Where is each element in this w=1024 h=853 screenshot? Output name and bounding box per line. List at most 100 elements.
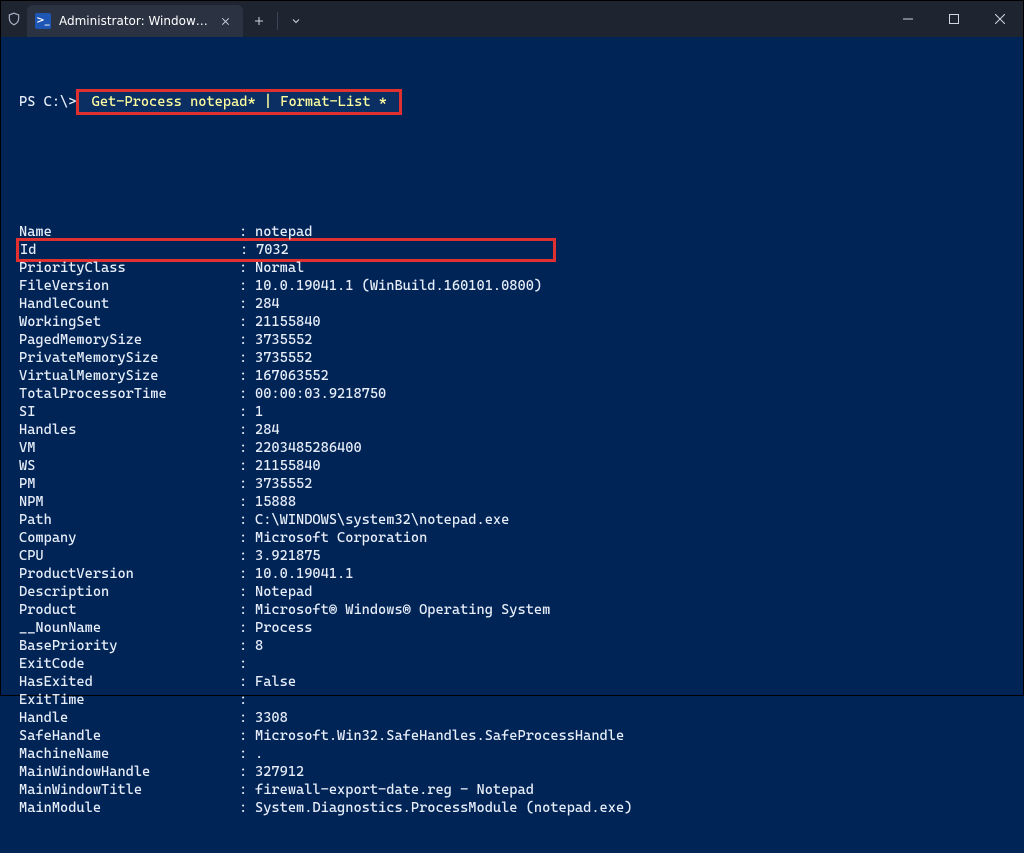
row-value: 7032 (256, 241, 289, 259)
row-key: TotalProcessorTime (19, 385, 239, 403)
tab-title: Administrator: Windows Powe (59, 12, 209, 30)
output-row: NPM: 15888 (19, 493, 1005, 511)
row-colon: : (239, 295, 255, 313)
row-value: . (255, 745, 263, 763)
row-key: MainWindowTitle (19, 781, 239, 799)
row-key: MachineName (19, 745, 239, 763)
row-key: PagedMemorySize (19, 331, 239, 349)
row-colon: : (239, 385, 255, 403)
output-row: HandleCount: 284 (19, 295, 1005, 313)
row-value: 3735552 (255, 331, 312, 349)
close-button[interactable] (977, 1, 1023, 37)
tab-controls (243, 1, 312, 37)
row-value: 15888 (255, 493, 296, 511)
row-key: BasePriority (19, 637, 239, 655)
row-key: Handles (19, 421, 239, 439)
row-value: C:\WINDOWS\system32\notepad.exe (255, 511, 509, 529)
row-key: WorkingSet (19, 313, 239, 331)
window-controls (885, 1, 1023, 37)
row-value: 327912 (255, 763, 304, 781)
row-colon: : (239, 691, 255, 709)
output-row: ExitCode: (19, 655, 1005, 673)
row-key: NPM (19, 493, 239, 511)
row-colon: : (239, 349, 255, 367)
output-row: CPU: 3.921875 (19, 547, 1005, 565)
row-value: 00:00:03.9218750 (255, 385, 386, 403)
row-key: Product (19, 601, 239, 619)
row-colon: : (239, 565, 255, 583)
output-rows: Name: notepadId: 7032PriorityClass: Norm… (19, 223, 1005, 817)
minimize-button[interactable] (885, 1, 931, 37)
row-value: 21155840 (255, 457, 321, 475)
output-row: Product: Microsoft® Windows® Operating S… (19, 601, 1005, 619)
row-colon: : (239, 709, 255, 727)
output-row: MachineName: . (19, 745, 1005, 763)
row-key: ExitCode (19, 655, 239, 673)
row-value: False (255, 673, 296, 691)
row-colon: : (239, 367, 255, 385)
output-row: PriorityClass: Normal (19, 259, 1005, 277)
output-row: Path: C:\WINDOWS\system32\notepad.exe (19, 511, 1005, 529)
output-row: Handles: 284 (19, 421, 1005, 439)
command-text: Get-Process notepad* | Format-List * (83, 94, 395, 110)
row-value: 8 (255, 637, 263, 655)
row-key: CPU (19, 547, 239, 565)
row-colon: : (239, 439, 255, 457)
tab-dropdown-button[interactable] (280, 5, 312, 37)
row-colon: : (239, 475, 255, 493)
output-row: WS: 21155840 (19, 457, 1005, 475)
row-value: 284 (255, 421, 280, 439)
row-colon: : (239, 403, 255, 421)
row-value: 3735552 (255, 475, 312, 493)
output-row: __NounName: Process (19, 619, 1005, 637)
output-row: BasePriority: 8 (19, 637, 1005, 655)
row-key: Description (19, 583, 239, 601)
row-key: Company (19, 529, 239, 547)
row-value: 3308 (255, 709, 288, 727)
row-value: Process (255, 619, 312, 637)
row-value: 1 (255, 403, 263, 421)
output-row: VirtualMemorySize: 167063552 (19, 367, 1005, 385)
ps-prompt: PS C:\> (19, 93, 76, 111)
row-value: firewall-export-date.reg - Notepad (255, 781, 534, 799)
row-colon: : (239, 457, 255, 475)
tab-close-button[interactable] (217, 13, 233, 29)
output-row: WorkingSet: 21155840 (19, 313, 1005, 331)
output-row: ExitTime: (19, 691, 1005, 709)
row-key: MainModule (19, 799, 239, 817)
row-colon: : (239, 223, 255, 241)
row-colon: : (239, 277, 255, 295)
row-key: WS (19, 457, 239, 475)
row-colon: : (240, 241, 256, 259)
output-row: HasExited: False (19, 673, 1005, 691)
row-value: Normal (255, 259, 304, 277)
row-key: HasExited (19, 673, 239, 691)
output-row: SafeHandle: Microsoft.Win32.SafeHandles.… (19, 727, 1005, 745)
row-value: Microsoft Corporation (255, 529, 427, 547)
window-titlebar: >_ Administrator: Windows Powe (1, 1, 1023, 37)
powershell-icon: >_ (35, 13, 51, 29)
output-row: FileVersion: 10.0.19041.1 (WinBuild.1601… (19, 277, 1005, 295)
row-value: System.Diagnostics.ProcessModule (notepa… (255, 799, 632, 817)
terminal-content[interactable]: PS C:\> Get-Process notepad* | Format-Li… (1, 37, 1023, 853)
output-row: Company: Microsoft Corporation (19, 529, 1005, 547)
new-tab-button[interactable] (243, 5, 275, 37)
output-row: MainWindowHandle: 327912 (19, 763, 1005, 781)
row-value: 10.0.19041.1 (255, 565, 353, 583)
terminal-tab[interactable]: >_ Administrator: Windows Powe (27, 5, 243, 37)
row-key: SI (19, 403, 239, 421)
row-colon: : (239, 745, 255, 763)
admin-shield-icon (1, 1, 27, 37)
row-key: PrivateMemorySize (19, 349, 239, 367)
row-key: VM (19, 439, 239, 457)
maximize-button[interactable] (931, 1, 977, 37)
row-key: MainWindowHandle (19, 763, 239, 781)
row-colon: : (239, 601, 255, 619)
row-value: 284 (255, 295, 280, 313)
row-colon: : (239, 781, 255, 799)
row-colon: : (239, 529, 255, 547)
output-row: MainWindowTitle: firewall-export-date.re… (19, 781, 1005, 799)
row-value: Notepad (255, 583, 312, 601)
row-colon: : (239, 655, 255, 673)
row-key: ProductVersion (19, 565, 239, 583)
